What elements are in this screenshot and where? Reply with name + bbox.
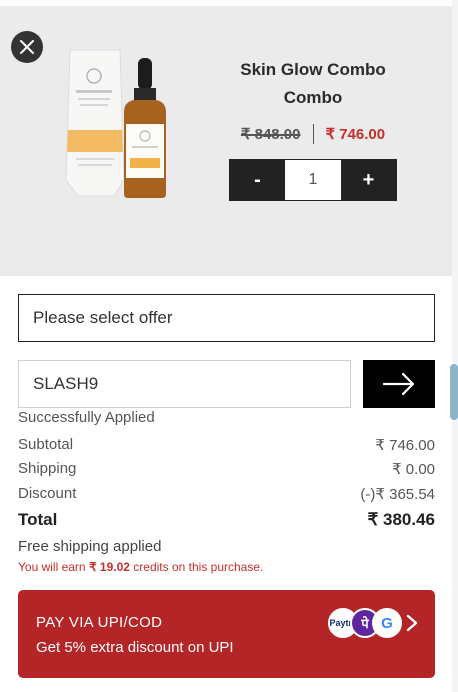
pay-button-title: PAY VIA UPI/COD bbox=[36, 614, 163, 631]
quantity-value[interactable]: 1 bbox=[285, 160, 341, 200]
discount-value: (-)₹ 365.54 bbox=[360, 486, 435, 503]
chevron-right-icon bbox=[406, 614, 418, 632]
pay-button-subtitle: Get 5% extra discount on UPI bbox=[36, 639, 234, 656]
credits-amount: ₹ 19.02 bbox=[88, 560, 130, 574]
close-button[interactable] bbox=[11, 31, 43, 63]
coupon-status: Successfully Applied bbox=[18, 409, 155, 426]
shipping-label: Shipping bbox=[18, 460, 77, 477]
payment-icons: Paytm पे G bbox=[328, 608, 420, 640]
apply-coupon-button[interactable] bbox=[363, 360, 435, 408]
subtotal-label: Subtotal bbox=[18, 436, 74, 453]
subtotal-value: ₹ 746.00 bbox=[375, 437, 435, 454]
discount-label: Discount bbox=[18, 485, 77, 502]
product-image bbox=[65, 49, 166, 198]
price-row: ₹ 848.00 ₹ 746.00 bbox=[222, 124, 404, 144]
discount-row: Discount (-)₹ 365.54 bbox=[18, 485, 435, 503]
sale-price: ₹ 746.00 bbox=[325, 126, 386, 143]
increase-quantity-button[interactable]: + bbox=[341, 160, 396, 200]
total-label: Total bbox=[18, 510, 58, 529]
credits-prefix: You will earn bbox=[18, 560, 86, 574]
product-name: Skin Glow Combo Combo bbox=[240, 60, 386, 107]
pay-via-upi-cod-button[interactable]: PAY VIA UPI/COD Get 5% extra discount on… bbox=[18, 590, 435, 678]
shipping-row: Shipping ₹ 0.00 bbox=[18, 460, 435, 478]
price-divider bbox=[312, 124, 314, 144]
arrow-right-icon bbox=[383, 373, 415, 395]
scrollbar-thumb[interactable] bbox=[450, 364, 458, 420]
coupon-input[interactable]: SLASH9 bbox=[18, 360, 351, 408]
offer-select[interactable]: Please select offer bbox=[18, 294, 435, 342]
total-value: ₹ 380.46 bbox=[367, 510, 435, 529]
free-shipping-note: Free shipping applied bbox=[18, 538, 162, 555]
credits-suffix: credits on this purchase. bbox=[133, 560, 264, 574]
decrease-quantity-button[interactable]: - bbox=[230, 160, 285, 200]
close-icon bbox=[20, 40, 34, 54]
scroll-track bbox=[452, 0, 458, 692]
subtotal-row: Subtotal ₹ 746.00 bbox=[18, 436, 435, 454]
google-pay-icon: G bbox=[372, 608, 402, 638]
quantity-stepper: - 1 + bbox=[229, 159, 397, 201]
credits-note: You will earn ₹ 19.02 credits on this pu… bbox=[18, 560, 263, 574]
shipping-value: ₹ 0.00 bbox=[392, 461, 435, 478]
original-price: ₹ 848.00 bbox=[240, 126, 301, 143]
total-row: Total ₹ 380.46 bbox=[18, 510, 435, 530]
